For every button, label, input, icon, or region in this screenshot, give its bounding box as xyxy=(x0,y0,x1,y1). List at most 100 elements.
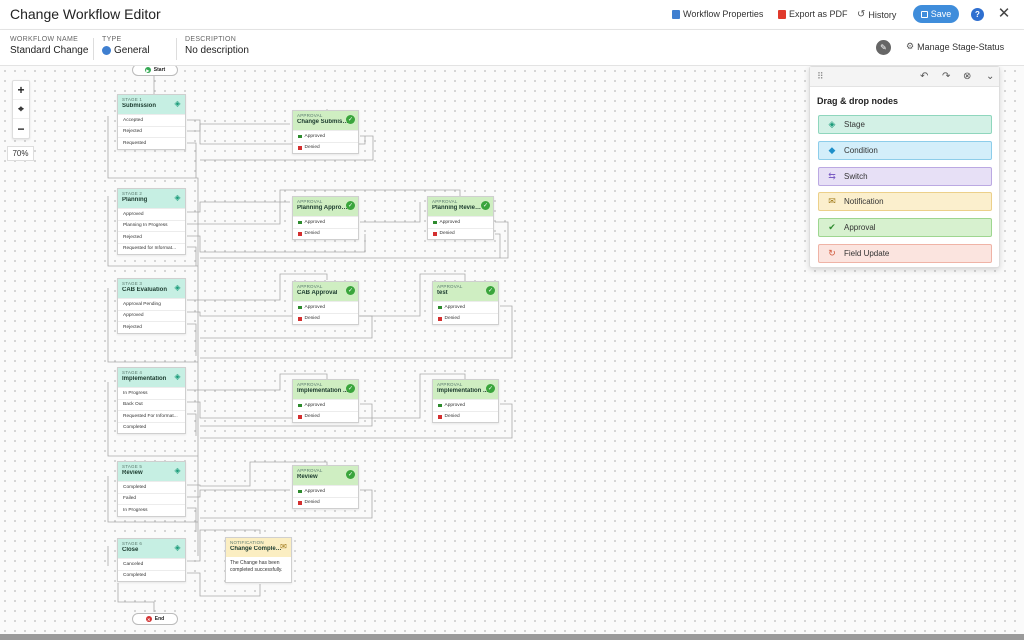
zoom-out-button[interactable]: − xyxy=(13,119,29,138)
check-icon: ✓ xyxy=(486,384,495,393)
panel-title: Drag & drop nodes xyxy=(817,96,899,106)
connector-line xyxy=(187,507,197,532)
denied-row[interactable]: Denied xyxy=(433,410,498,423)
check-icon: ✓ xyxy=(346,201,355,210)
stage-number: STAGE 4 xyxy=(122,370,143,375)
status-row[interactable]: Approved xyxy=(118,208,185,220)
close-icon[interactable]: ✕ xyxy=(996,5,1012,23)
status-row[interactable]: In Progress xyxy=(118,504,185,516)
approved-row[interactable]: Approved xyxy=(293,301,358,313)
denied-marker xyxy=(298,232,302,236)
connector-line xyxy=(187,201,290,213)
history-icon: ↺ xyxy=(857,9,866,20)
approved-label: Approved xyxy=(304,133,326,139)
start-node[interactable]: ▶ Start xyxy=(132,66,178,76)
denied-row[interactable]: Denied xyxy=(428,227,493,240)
palette-item-stage[interactable]: ◈ Stage xyxy=(818,115,992,134)
palette-item-condition[interactable]: ◆ Condition xyxy=(818,141,992,160)
export-pdf-button[interactable]: Export as PDF xyxy=(778,9,848,19)
approved-row[interactable]: Approved xyxy=(433,301,498,313)
zoom-controls: + ⌖ − xyxy=(12,80,30,139)
approval-node[interactable]: APPROVAL Review ✓ Approved Denied xyxy=(292,465,359,509)
approved-row[interactable]: Approved xyxy=(293,216,358,228)
switch-icon: ⇆ xyxy=(828,171,836,181)
approved-label: Approved xyxy=(304,488,326,494)
status-row[interactable]: Back Out xyxy=(118,398,185,411)
help-button[interactable]: ? xyxy=(971,8,984,21)
palette-item-approval[interactable]: ✔ Approval xyxy=(818,218,992,237)
denied-row[interactable]: Denied xyxy=(293,312,358,325)
description-value: No description xyxy=(185,45,249,56)
approval-node[interactable]: APPROVAL CAB Approval ✓ Approved Denied xyxy=(292,281,359,325)
approved-row[interactable]: Approved xyxy=(293,485,358,497)
save-label: Save xyxy=(930,9,952,19)
approval-node[interactable]: APPROVAL Planning Approval ✓ Approved De… xyxy=(292,196,359,240)
status-row[interactable]: Planning In Progress xyxy=(118,219,185,232)
status-row[interactable]: Failed xyxy=(118,492,185,505)
status-row[interactable]: Requested For Informat... xyxy=(118,410,185,422)
status-row[interactable]: Accepted xyxy=(118,114,185,126)
sliders-icon: ⚙ xyxy=(906,41,915,51)
status-row[interactable]: Rejected xyxy=(118,125,185,138)
approval-node[interactable]: APPROVAL test ✓ Approved Denied xyxy=(432,281,499,325)
chevron-down-icon[interactable]: ⌄ xyxy=(986,71,994,82)
workflow-properties-button[interactable]: Workflow Properties xyxy=(672,9,763,19)
approval-header: APPROVAL CAB Approval ✓ xyxy=(293,282,358,301)
history-button[interactable]: ↺ History xyxy=(857,9,896,20)
status-row[interactable]: Approved xyxy=(118,309,185,322)
clear-icon[interactable]: ⊗ xyxy=(963,71,971,82)
undo-icon[interactable]: ↶ xyxy=(920,71,928,82)
denied-row[interactable]: Denied xyxy=(293,141,358,154)
drag-handle-icon[interactable]: ⠿ xyxy=(817,71,824,82)
divider xyxy=(93,38,94,60)
denied-label: Denied xyxy=(444,316,460,322)
approved-row[interactable]: Approved xyxy=(293,130,358,142)
denied-marker xyxy=(433,232,437,236)
stage-node[interactable]: STAGE 1 Submission ◈ Accepted Rejected R… xyxy=(117,94,186,150)
workflow-canvas[interactable]: + ⌖ − 70% ▶ Start ✕ End STAGE 1 Submissi… xyxy=(0,66,1024,634)
notification-title: Change Completed xyxy=(230,546,282,552)
end-node[interactable]: ✕ End xyxy=(132,613,178,625)
status-row[interactable]: Requested for Informat... xyxy=(118,242,185,255)
approval-node[interactable]: APPROVAL Planning Review ... ✓ Approved … xyxy=(427,196,494,240)
approved-row[interactable]: Approved xyxy=(428,216,493,228)
save-button[interactable]: Save xyxy=(913,5,959,23)
stage-node[interactable]: STAGE 2 Planning ◈ Approved Planning In … xyxy=(117,188,186,255)
notification-node[interactable]: NOTIFICATION Change Completed ✉ The Chan… xyxy=(225,537,292,583)
zoom-in-button[interactable]: + xyxy=(13,81,29,100)
status-row[interactable]: Requested xyxy=(118,137,185,149)
palette-item-switch[interactable]: ⇆ Switch xyxy=(818,167,992,186)
status-row[interactable]: Rejected xyxy=(118,231,185,243)
stage-node[interactable]: STAGE 3 CAB Evaluation ◈ Approval Pendin… xyxy=(117,278,186,334)
edit-icon[interactable]: ✎ xyxy=(876,40,891,55)
status-row[interactable]: Completed xyxy=(118,481,185,493)
redo-icon[interactable]: ↷ xyxy=(942,71,950,82)
denied-row[interactable]: Denied xyxy=(293,227,358,240)
status-row[interactable]: In Progress xyxy=(118,387,185,399)
status-row[interactable]: Canceled xyxy=(118,558,185,570)
stage-node[interactable]: STAGE 6 Close ◈ Canceled Completed xyxy=(117,538,186,582)
denied-row[interactable]: Denied xyxy=(433,312,498,325)
approval-node[interactable]: APPROVAL Implementation ... ✓ Approved D… xyxy=(432,379,499,423)
stage-node[interactable]: STAGE 4 Implementation ◈ In Progress Bac… xyxy=(117,367,186,434)
stage-title: Planning xyxy=(122,197,148,203)
palette-item-field-update[interactable]: ↻ Field Update xyxy=(818,244,992,263)
recenter-icon[interactable]: ⌖ xyxy=(13,100,29,119)
approval-node[interactable]: APPROVAL Implementation ... ✓ Approved D… xyxy=(292,379,359,423)
denied-row[interactable]: Denied xyxy=(293,410,358,423)
connector-line xyxy=(117,583,155,612)
status-row[interactable]: Approval Pending xyxy=(118,298,185,310)
approved-row[interactable]: Approved xyxy=(293,399,358,411)
status-row[interactable]: Completed xyxy=(118,569,185,582)
stage-node[interactable]: STAGE 5 Review ◈ Completed Failed In Pro… xyxy=(117,461,186,517)
status-row[interactable]: Completed xyxy=(118,421,185,434)
check-icon: ✓ xyxy=(346,470,355,479)
layers-icon: ◈ xyxy=(174,283,181,292)
denied-row[interactable]: Denied xyxy=(293,496,358,509)
manage-stage-status-button[interactable]: ⚙ Manage Stage-Status xyxy=(906,41,1004,52)
approved-row[interactable]: Approved xyxy=(433,399,498,411)
palette-item-notification[interactable]: ✉ Notification xyxy=(818,192,992,211)
approval-node[interactable]: APPROVAL Change Submissio... ✓ Approved … xyxy=(292,110,359,154)
layers-icon: ◈ xyxy=(174,543,181,552)
status-row[interactable]: Rejected xyxy=(118,321,185,333)
